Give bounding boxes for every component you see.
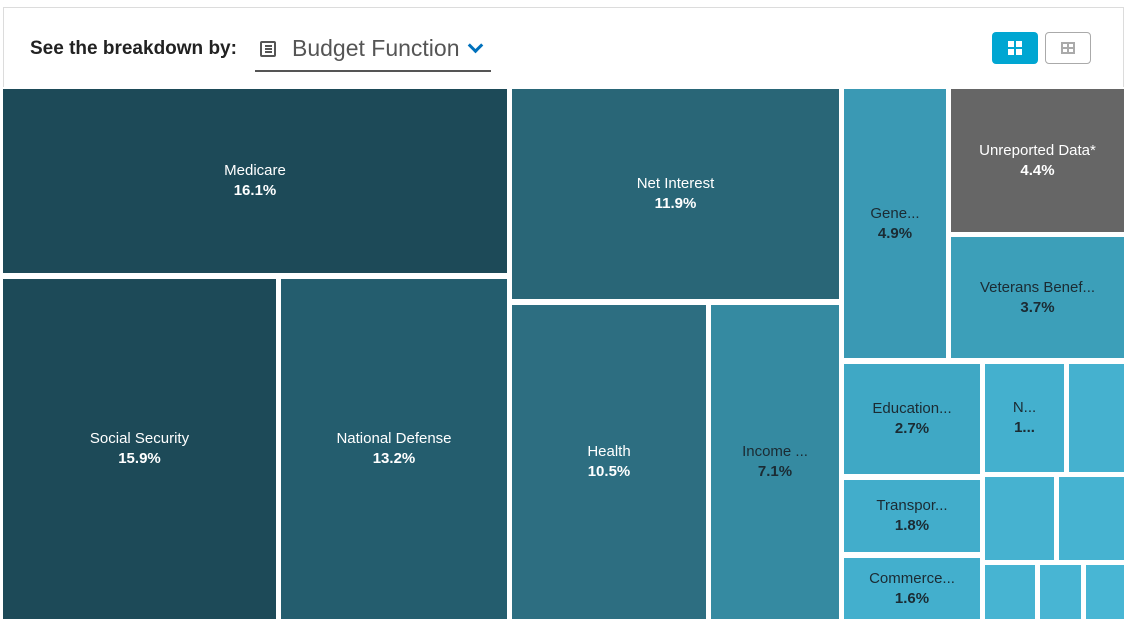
cell-percent: 3.7%	[1020, 298, 1055, 316]
cell-label: Commerce...	[869, 569, 955, 587]
table-view-button[interactable]	[1045, 32, 1091, 64]
treemap-cell[interactable]: N... 1...	[985, 364, 1064, 472]
cell-label: Medicare	[224, 162, 286, 179]
table-icon	[1061, 42, 1075, 54]
treemap-view-button[interactable]	[992, 32, 1038, 64]
treemap-cell[interactable]	[985, 565, 1035, 619]
breakdown-dropdown[interactable]: Budget Function	[255, 30, 491, 72]
cell-label: National Defense	[336, 430, 452, 447]
cell-label: Health	[587, 443, 631, 460]
list-icon	[260, 41, 276, 57]
cell-label: Education...	[872, 400, 952, 417]
cell-percent: 1.6%	[894, 589, 930, 607]
cell-label: Transpor...	[876, 497, 948, 514]
toolbar: See the breakdown by: Budget Function	[3, 7, 1124, 87]
breakdown-label: See the breakdown by:	[30, 38, 237, 59]
cell-percent: 10.5%	[587, 463, 631, 480]
dropdown-value: Budget Function	[292, 35, 460, 61]
treemap-cell[interactable]	[985, 477, 1054, 560]
treemap-cell[interactable]: Income ... 7.1%	[711, 305, 839, 619]
cell-label: N...	[1012, 399, 1037, 416]
cell-percent: 4.9%	[877, 224, 913, 242]
cell-label: Income ...	[742, 443, 808, 460]
treemap-cell[interactable]: National Defense 13.2%	[281, 279, 507, 619]
cell-label: Social Security	[89, 430, 190, 447]
treemap-cell[interactable]	[1069, 364, 1124, 472]
treemap-cell[interactable]: Net Interest 11.9%	[512, 89, 839, 299]
treemap-cell[interactable]: Social Security 15.9%	[3, 279, 276, 619]
cell-percent: 1.8%	[894, 517, 930, 534]
treemap-cell[interactable]	[1059, 477, 1124, 560]
treemap-cell[interactable]	[1086, 565, 1124, 619]
treemap-cell[interactable]: Unreported Data* 4.4%	[951, 89, 1124, 232]
treemap-cell[interactable]: Veterans Benef... 3.7%	[951, 237, 1124, 358]
treemap-cell[interactable]: Health 10.5%	[512, 305, 706, 619]
cell-label: Unreported Data*	[979, 141, 1096, 159]
cell-label: Net Interest	[636, 175, 715, 192]
treemap-cell[interactable]: Transpor... 1.8%	[844, 480, 980, 552]
treemap-cell[interactable]: Medicare 16.1%	[3, 89, 507, 273]
chevron-down-icon	[467, 37, 484, 54]
cell-percent: 11.9%	[654, 195, 697, 212]
treemap-cell[interactable]: Gene... 4.9%	[844, 89, 946, 358]
cell-percent: 13.2%	[372, 450, 416, 467]
cell-percent: 1...	[1014, 419, 1035, 436]
cell-label: Gene...	[870, 204, 920, 222]
cell-percent: 15.9%	[118, 450, 161, 467]
cell-percent: 16.1%	[233, 182, 277, 199]
cell-percent: 4.4%	[1020, 161, 1055, 179]
cell-label: Veterans Benef...	[979, 278, 1096, 296]
treemap-cell[interactable]	[1040, 565, 1081, 619]
cell-percent: 2.7%	[894, 420, 930, 437]
cell-percent: 7.1%	[757, 463, 793, 480]
grid-icon	[1008, 41, 1022, 55]
treemap-cell[interactable]: Commerce... 1.6%	[844, 558, 980, 619]
treemap-cell[interactable]: Education... 2.7%	[844, 364, 980, 474]
